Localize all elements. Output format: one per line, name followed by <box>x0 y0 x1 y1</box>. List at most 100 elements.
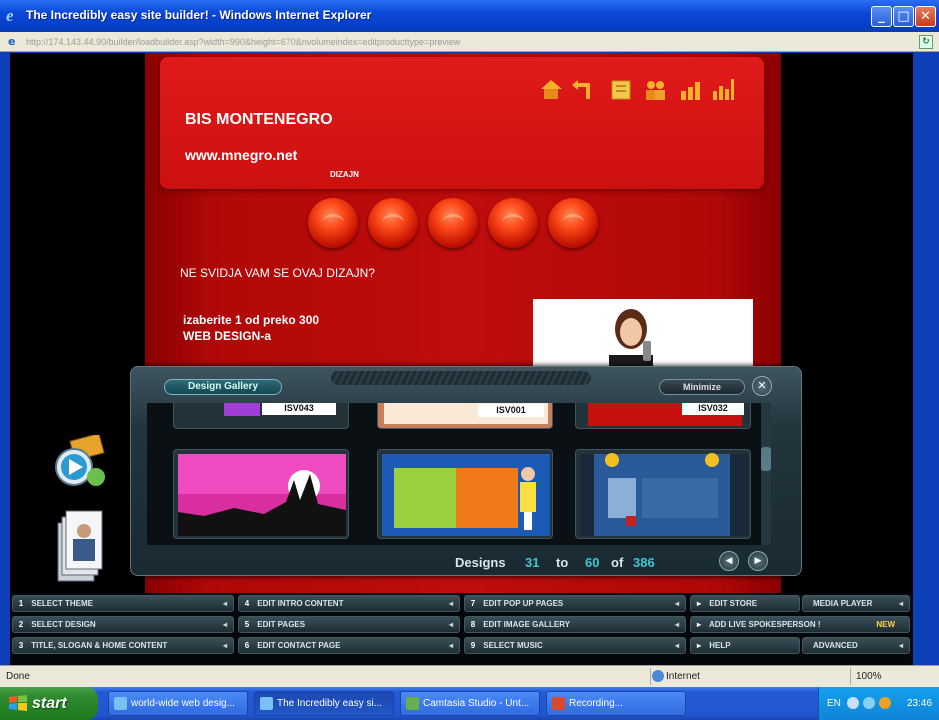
nav-orb-4[interactable] <box>488 198 538 248</box>
menu-arrow-icon: ◂ <box>898 641 903 650</box>
gallery-scroll-thumb[interactable] <box>761 447 771 471</box>
tab-design-gallery[interactable]: Design Gallery <box>164 379 282 395</box>
menu-select-design[interactable]: 2 SELECT DESIGN ◂ <box>12 616 234 633</box>
address-bar[interactable]: e http://174.143.44.90/builder/loadbuild… <box>0 32 939 52</box>
menu-label: ADD LIVE SPOKESPERSON ! <box>708 620 821 629</box>
menu-side-arrow-icon: ▸ <box>696 599 701 608</box>
menu-edit-popup[interactable]: 7 EDIT POP UP PAGES ◂ <box>464 595 686 612</box>
globe-icon <box>652 670 664 682</box>
nav-orb-5[interactable] <box>548 198 598 248</box>
design-thumbnail[interactable]: ISV001 <box>377 403 553 429</box>
nav-orb-2[interactable] <box>368 198 418 248</box>
security-icon[interactable] <box>879 697 891 709</box>
video-player-icon[interactable] <box>50 432 120 495</box>
task-label: world-wide web desig... <box>131 698 235 709</box>
status-divider <box>650 668 651 685</box>
nav-orb-1[interactable] <box>308 198 358 248</box>
gallery-next-button[interactable]: ▶ <box>748 551 768 571</box>
task-label: Recording... <box>569 698 623 709</box>
title-bar[interactable]: e The Incredibly easy site builder! - Wi… <box>0 0 939 32</box>
refresh-icon[interactable]: ↻ <box>919 35 933 49</box>
design-thumbnail[interactable]: ISV032 <box>575 403 751 429</box>
windows-flag-icon <box>9 695 27 711</box>
menu-num: 7 <box>470 599 476 608</box>
clock: 23:46 <box>907 698 933 709</box>
gallery-minimize-button[interactable]: Minimize <box>659 379 745 395</box>
home-icon[interactable] <box>538 77 564 103</box>
menu-label: EDIT PAGES <box>257 620 306 629</box>
menu-num: 9 <box>470 641 476 650</box>
menu-side-arrow-icon: ▸ <box>696 620 701 629</box>
minimize-window-button[interactable]: _ <box>871 6 892 27</box>
page-icon: e <box>8 35 16 48</box>
design-thumbnail-grid: ISV043 ISV001 ISV032 <box>147 403 771 545</box>
language-indicator[interactable]: EN <box>827 698 841 709</box>
site-top-icons <box>538 77 738 109</box>
menu-edit-store[interactable]: ▸ EDIT STORE <box>690 595 800 612</box>
menu-arrow-icon: ◂ <box>898 599 903 608</box>
taskbar: start world-wide web desig... The Incred… <box>0 687 939 720</box>
design-gallery-panel: Design Gallery Minimize ✕ ISV043 ISV001 … <box>130 366 802 576</box>
choose-design-text: izaberite 1 od preko 300 WEB DESIGN-a <box>183 312 319 344</box>
menu-arrow-icon: ◂ <box>448 641 453 650</box>
volume-icon[interactable] <box>863 697 875 709</box>
address-input[interactable]: http://174.143.44.90/builder/loadbuilder… <box>26 35 916 50</box>
gallery-close-button[interactable]: ✕ <box>752 376 772 396</box>
menu-select-theme[interactable]: 1 SELECT THEME ◂ <box>12 595 234 612</box>
zoom-level[interactable]: 100% <box>856 671 882 682</box>
menu-label: EDIT INTRO CONTENT <box>257 599 344 608</box>
taskbar-item[interactable]: Recording... <box>546 691 686 716</box>
gallery-prev-button[interactable]: ◀ <box>719 551 739 571</box>
document-icon[interactable] <box>608 77 634 103</box>
menu-select-music[interactable]: 9 SELECT MUSIC ◂ <box>464 637 686 654</box>
menu-edit-gallery[interactable]: 8 EDIT IMAGE GALLERY ◂ <box>464 616 686 633</box>
menu-num: 8 <box>470 620 476 629</box>
close-window-button[interactable]: ✕ <box>915 6 936 27</box>
menu-num: 1 <box>18 599 24 608</box>
range-start: 31 <box>525 555 540 570</box>
gallery-header-bar <box>331 371 591 385</box>
menu-arrow-icon: ◂ <box>674 641 679 650</box>
taskbar-item[interactable]: world-wide web desig... <box>108 691 248 716</box>
designs-label: Designs <box>455 555 506 570</box>
window-title: The Incredibly easy site builder! - Wind… <box>26 8 372 22</box>
site-subtitle: DIZAJN <box>330 170 359 179</box>
design-thumbnail[interactable] <box>173 449 349 539</box>
menu-arrow-icon: ◂ <box>448 599 453 608</box>
menu-edit-pages[interactable]: 5 EDIT PAGES ◂ <box>238 616 460 633</box>
range-total: 386 <box>633 555 655 570</box>
menu-title-slogan[interactable]: 3 TITLE, SLOGAN & HOME CONTENT ◂ <box>12 637 234 654</box>
back-arrow-icon[interactable] <box>570 77 596 103</box>
status-divider <box>850 668 851 685</box>
chat-icon[interactable] <box>678 77 704 103</box>
range-to-label: to <box>556 555 569 570</box>
start-button[interactable]: start <box>0 687 98 720</box>
menu-add-spokesperson[interactable]: ▸ ADD LIVE SPOKESPERSON ! NEW <box>690 616 910 633</box>
taskbar-item[interactable]: The Incredibly easy si... <box>254 691 394 716</box>
network-icon[interactable] <box>847 697 859 709</box>
menu-edit-intro[interactable]: 4 EDIT INTRO CONTENT ◂ <box>238 595 460 612</box>
status-text: Done <box>6 671 30 682</box>
menu-arrow-icon: ◂ <box>222 641 227 650</box>
site-url[interactable]: www.mnegro.net <box>185 147 297 163</box>
design-thumbnail[interactable] <box>377 449 553 539</box>
menu-num: 4 <box>244 599 250 608</box>
design-thumbnail[interactable]: ISV043 <box>173 403 349 429</box>
url-host: http://174.143.44.90 <box>26 37 107 47</box>
menu-edit-contact[interactable]: 6 EDIT CONTACT PAGE ◂ <box>238 637 460 654</box>
url-path: /builder/loadbuilder.asp?width=990&heigh… <box>106 37 461 47</box>
design-thumbnail[interactable] <box>575 449 751 539</box>
taskbar-item[interactable]: Camtasia Studio - Unt... <box>400 691 540 716</box>
menu-num: 2 <box>18 620 24 629</box>
menu-advanced[interactable]: ADVANCED ◂ <box>802 637 910 654</box>
menu-help[interactable]: ▸ HELP <box>690 637 800 654</box>
range-end: 60 <box>585 555 600 570</box>
people-icon[interactable] <box>642 77 668 103</box>
menu-media-player[interactable]: MEDIA PLAYER ◂ <box>802 595 910 612</box>
chart-icon[interactable] <box>710 77 736 103</box>
gallery-scrollbar[interactable] <box>761 403 771 545</box>
menu-label: EDIT IMAGE GALLERY <box>483 620 571 629</box>
maximize-window-button[interactable]: □ <box>893 6 914 27</box>
nav-orb-3[interactable] <box>428 198 478 248</box>
spokesperson-cards-icon[interactable] <box>54 509 104 587</box>
